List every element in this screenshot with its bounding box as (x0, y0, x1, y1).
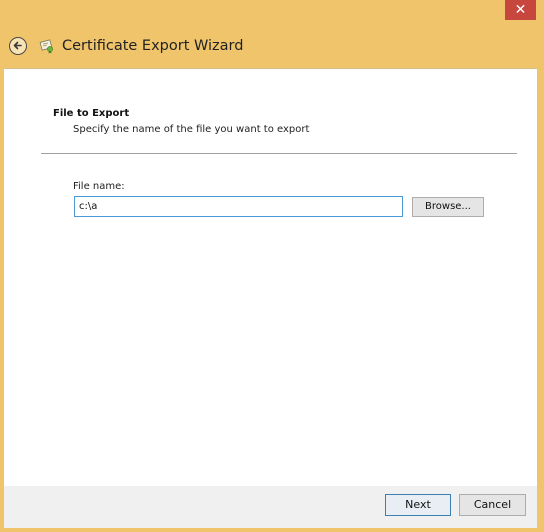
back-button[interactable] (9, 37, 27, 55)
page-heading: File to Export (53, 108, 130, 119)
close-icon: ✕ (514, 2, 527, 18)
next-button[interactable]: Next (385, 494, 451, 516)
certificate-icon (39, 39, 53, 54)
browse-button[interactable]: Browse... (412, 197, 484, 217)
wizard-header: Certificate Export Wizard (0, 28, 544, 68)
wizard-title: Certificate Export Wizard (62, 38, 244, 54)
wizard-content-panel: File to Export Specify the name of the f… (4, 68, 537, 487)
file-name-label: File name: (73, 181, 125, 192)
wizard-footer: Next Cancel (4, 486, 537, 528)
close-button[interactable]: ✕ (505, 0, 536, 20)
certificate-export-wizard-window: ✕ Certificate Export Wizard File to Expo… (0, 0, 544, 532)
cancel-button[interactable]: Cancel (459, 494, 526, 516)
back-arrow-icon (13, 41, 22, 50)
file-name-input[interactable] (74, 196, 403, 217)
page-description: Specify the name of the file you want to… (73, 124, 310, 135)
divider (41, 153, 517, 154)
